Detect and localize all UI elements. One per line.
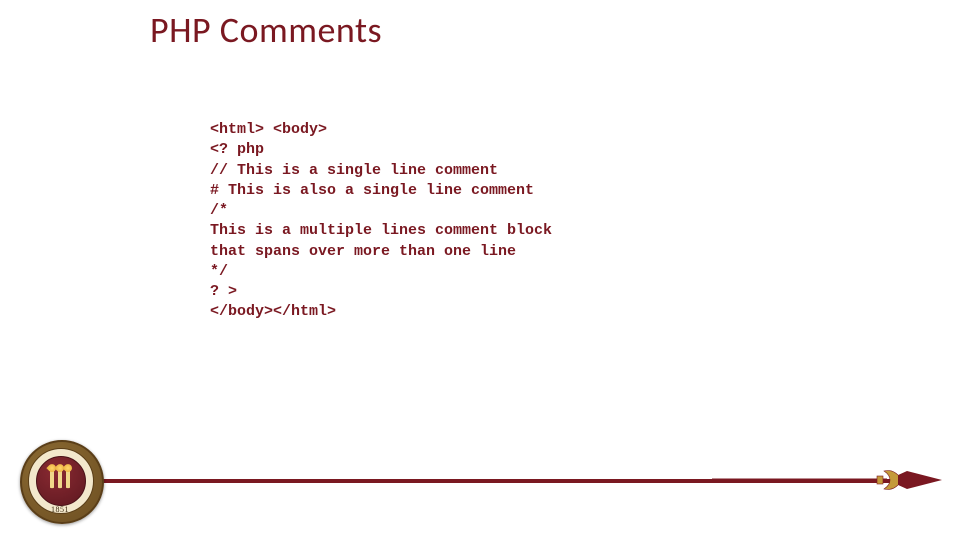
code-line: */ bbox=[210, 263, 228, 280]
seal-year: 1851 bbox=[20, 505, 100, 514]
code-line: </body></html> bbox=[210, 303, 336, 320]
university-seal-icon: 1851 bbox=[20, 440, 100, 520]
code-line: <html> <body> bbox=[210, 121, 327, 138]
code-line: ? > bbox=[210, 283, 237, 300]
slide: PHP Comments <html> <body> <? php // Thi… bbox=[0, 0, 960, 540]
code-line: // This is a single line comment bbox=[210, 162, 498, 179]
code-block: <html> <body> <? php // This is a single… bbox=[210, 120, 552, 323]
code-line: /* bbox=[210, 202, 228, 219]
code-line: # This is also a single line comment bbox=[210, 182, 534, 199]
code-line: This is a multiple lines comment block bbox=[210, 222, 552, 239]
code-line: that spans over more than one line bbox=[210, 243, 516, 260]
spear-icon bbox=[712, 465, 942, 495]
slide-title: PHP Comments bbox=[150, 8, 382, 52]
code-line: <? php bbox=[210, 141, 264, 158]
